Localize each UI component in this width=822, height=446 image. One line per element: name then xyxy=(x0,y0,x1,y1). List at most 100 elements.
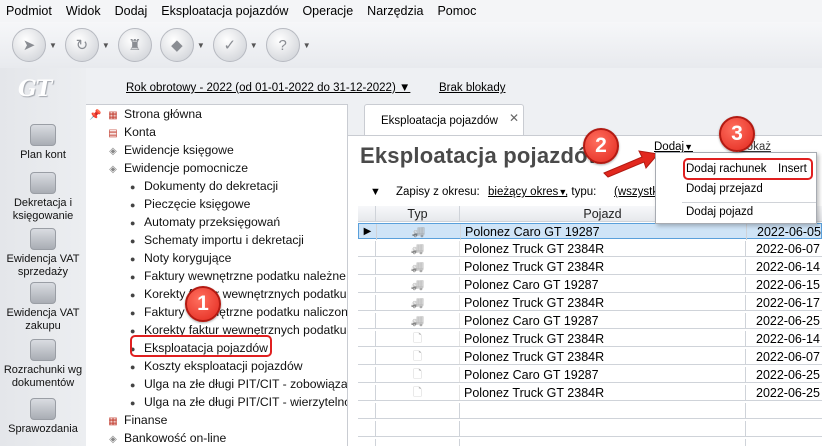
tree-item-label: Ewidencje księgowe xyxy=(124,143,234,157)
row-indicator xyxy=(358,295,376,311)
table-row[interactable]: 🗋 Polonez Truck GT 2384R 2022-06-25 xyxy=(358,385,822,401)
chevron-down-icon[interactable]: ▼ xyxy=(250,41,258,50)
vat-sprzedazy-icon xyxy=(30,228,56,250)
tree-item-noty[interactable]: ● Noty korygujące xyxy=(130,249,231,267)
truck-icon: 🚚 xyxy=(376,313,460,329)
cell-date: 2022-06-14 xyxy=(756,332,820,346)
column-header-typ[interactable]: Typ xyxy=(376,206,460,222)
toolbar-navigate-button[interactable]: ➤ ▼ xyxy=(12,28,57,62)
close-icon[interactable]: ✕ xyxy=(509,111,519,125)
toolbar-refresh-button[interactable]: ↻ ▼ xyxy=(64,28,110,62)
truck-icon: 🚚 xyxy=(376,241,460,257)
chevron-down-icon[interactable]: ▼ xyxy=(197,41,205,50)
app-item-dekretacja[interactable]: Dekretacja i księgowanie xyxy=(0,172,86,223)
app-item-sprawozdania[interactable]: Sprawozdania xyxy=(0,398,86,436)
app-item-plan-kont[interactable]: Plan kont xyxy=(0,124,86,162)
cell-pojazd: Polonez Caro GT 19287 xyxy=(460,277,746,293)
app-sidebar: GT Plan kont Dekretacja i księgowanie Ew… xyxy=(0,68,86,446)
app-item-vat-zakupu[interactable]: Ewidencja VAT zakupu xyxy=(0,282,86,333)
chevron-down-icon[interactable]: ▼ xyxy=(303,41,311,50)
cell-empty xyxy=(376,439,460,446)
tree-item-faktury-nalezne[interactable]: ● Faktury wewnętrzne podatku należne xyxy=(130,267,346,285)
table-row[interactable]: 🚚 Polonez Truck GT 2384R 2022-06-17 xyxy=(358,295,822,311)
table-row[interactable]: 🗋 Polonez Truck GT 2384R 2022-06-07 xyxy=(358,349,822,365)
tree-item-dokumenty-do-dekretacji[interactable]: ● Dokumenty do dekretacji xyxy=(130,177,278,195)
tree-item-finanse[interactable]: ▦ Finanse xyxy=(106,411,167,429)
refresh-icon: ↻ xyxy=(64,28,99,62)
tree-item-schematy[interactable]: ● Schematy importu i dekretacji xyxy=(130,231,304,249)
toolbar-help-button[interactable]: ? ▼ xyxy=(265,28,311,62)
document-icon: 🗋 xyxy=(376,385,460,401)
table-row[interactable]: 🚚 Polonez Caro GT 19287 2022-06-25 xyxy=(358,313,822,329)
tree-item-label: Faktury wewnętrzne podatku naliczon xyxy=(144,305,348,319)
tab-label: Eksploatacja pojazdów xyxy=(381,115,498,127)
app-item-rozrachunki[interactable]: Rozrachunki wg dokumentów xyxy=(0,339,86,390)
chevron-down-icon[interactable]: ▼ xyxy=(102,41,110,50)
app-item-vat-sprzedazy[interactable]: Ewidencja VAT sprzedaży xyxy=(0,228,86,279)
navigation-tree: 📌 ▦ Strona główna ▤ Konta ◈ Ewidencje księg… xyxy=(86,104,348,446)
fiscal-year-link[interactable]: Rok obrotowy - 2022 (od 01-01-2022 do 31… xyxy=(126,82,410,94)
tree-item-konta[interactable]: ▤ Konta xyxy=(106,123,156,141)
menu-widok[interactable]: Widok xyxy=(59,0,108,22)
table-row[interactable]: 🚚 Polonez Caro GT 19287 2022-06-15 xyxy=(358,277,822,293)
check-document-icon: ✓ xyxy=(212,28,247,62)
table-row[interactable]: 🗋 Polonez Truck GT 2384R 2022-06-14 xyxy=(358,331,822,347)
app-logo: GT xyxy=(18,76,52,102)
menu-dodaj[interactable]: Dodaj xyxy=(108,0,155,22)
menu-item-dodaj-przejazd[interactable]: Dodaj przejazd xyxy=(686,183,763,195)
tree-item-strona-glowna[interactable]: ▦ Strona główna xyxy=(106,105,202,123)
toolbar-stamp-button[interactable]: ♜ xyxy=(117,28,152,62)
menu-pomoc[interactable]: Pomoc xyxy=(430,0,483,22)
toolbar-tag-button[interactable]: ◆ ▼ xyxy=(159,28,205,62)
bullet-icon: ● xyxy=(130,272,136,282)
chevron-down-icon[interactable]: ▼ xyxy=(49,41,57,50)
toolbar-check-document-button[interactable]: ✓ ▼ xyxy=(212,28,258,62)
document-icon: 🗋 xyxy=(376,331,460,347)
bullet-icon: ● xyxy=(130,236,136,246)
cell-empty xyxy=(746,439,822,446)
cell-date: 2022-06-07 xyxy=(756,350,820,364)
tree-item-ewidencje-ksiegowe[interactable]: ◈ Ewidencje księgowe xyxy=(106,141,234,159)
period-value: bieżący okres xyxy=(488,186,559,198)
tree-item-label: Dokumenty do dekretacji xyxy=(144,179,279,193)
cell-date: 2022-06-05 xyxy=(757,225,821,239)
tree-item-pieczecie[interactable]: ● Pieczęcie księgowe xyxy=(130,195,250,213)
menu-bar: Podmiot Widok Dodaj Eksploatacja pojazdó… xyxy=(0,0,822,22)
tree-item-korekty-nalezne[interactable]: ● Korekty faktur wewnętrznych podatku xyxy=(130,285,347,303)
tree-item-faktury-naliczone[interactable]: ● Faktury wewnętrzne podatku naliczon xyxy=(130,303,348,321)
tab-eksploatacja-pojazdow[interactable]: Eksploatacja pojazdów ✕ xyxy=(364,104,524,135)
row-indicator xyxy=(358,241,376,257)
menu-item-dodaj-pojazd[interactable]: Dodaj pojazd xyxy=(686,206,753,218)
table-row[interactable]: 🚚 Polonez Truck GT 2384R 2022-06-07 xyxy=(358,241,822,257)
tree-item-label: Finanse xyxy=(124,413,168,427)
cell-pojazd: Polonez Caro GT 19287 xyxy=(460,367,746,383)
cell-pojazd: Polonez Truck GT 2384R xyxy=(460,259,746,275)
truck-icon: 🚚 xyxy=(377,224,461,240)
cell-pojazd: Polonez Caro GT 19287 xyxy=(460,313,746,329)
tree-item-automaty[interactable]: ● Automaty przeksięgowań xyxy=(130,213,280,231)
menu-eksploatacja-pojazdow[interactable]: Eksploatacja pojazdów xyxy=(154,0,295,22)
cell-pojazd: Polonez Caro GT 19287 xyxy=(461,224,747,240)
menu-podmiot[interactable]: Podmiot xyxy=(0,0,59,22)
tree-item-bankowosc[interactable]: ◈ Bankowość on-line xyxy=(106,429,226,446)
menu-operacje[interactable]: Operacje xyxy=(295,0,360,22)
sprawozdania-icon xyxy=(30,398,56,420)
table-row[interactable]: 🚚 Polonez Truck GT 2384R 2022-06-14 xyxy=(358,259,822,275)
type-select[interactable]: (wszystk xyxy=(614,186,658,198)
tree-item-ulga-wierzytelnosci[interactable]: ● Ulga na złe długi PIT/CIT - wierzytelno xyxy=(130,393,347,411)
menu-narzedzia[interactable]: Narzędzia xyxy=(360,0,430,22)
pin-icon[interactable]: 📌 xyxy=(89,110,101,121)
table-row[interactable]: 🗋 Polonez Caro GT 19287 2022-06-25 xyxy=(358,367,822,383)
auxiliary-ledger-icon: ◈ xyxy=(109,164,117,175)
menu-item-dodaj-rachunek[interactable]: Dodaj rachunek Insert xyxy=(686,163,807,175)
row-indicator xyxy=(358,313,376,329)
cell-date: 2022-06-25 xyxy=(756,386,820,400)
tree-item-koszty-eksploatacji[interactable]: ● Koszty eksploatacji pojazdów xyxy=(130,357,303,375)
period-select[interactable]: bieżący okres▼ xyxy=(488,186,567,198)
table-row[interactable]: ▶ 🚚 Polonez Caro GT 19287 2022-06-05 xyxy=(358,223,822,240)
tree-item-ulga-zobowiazania[interactable]: ● Ulga na złe długi PIT/CIT - zobowiąza xyxy=(130,375,347,393)
collapse-filter-icon[interactable]: ▼ xyxy=(370,186,381,198)
row-indicator xyxy=(358,439,376,446)
lock-status-link[interactable]: Brak blokady xyxy=(439,82,505,94)
tree-item-ewidencje-pomocnicze[interactable]: ◈ Ewidencje pomocnicze xyxy=(106,159,248,177)
